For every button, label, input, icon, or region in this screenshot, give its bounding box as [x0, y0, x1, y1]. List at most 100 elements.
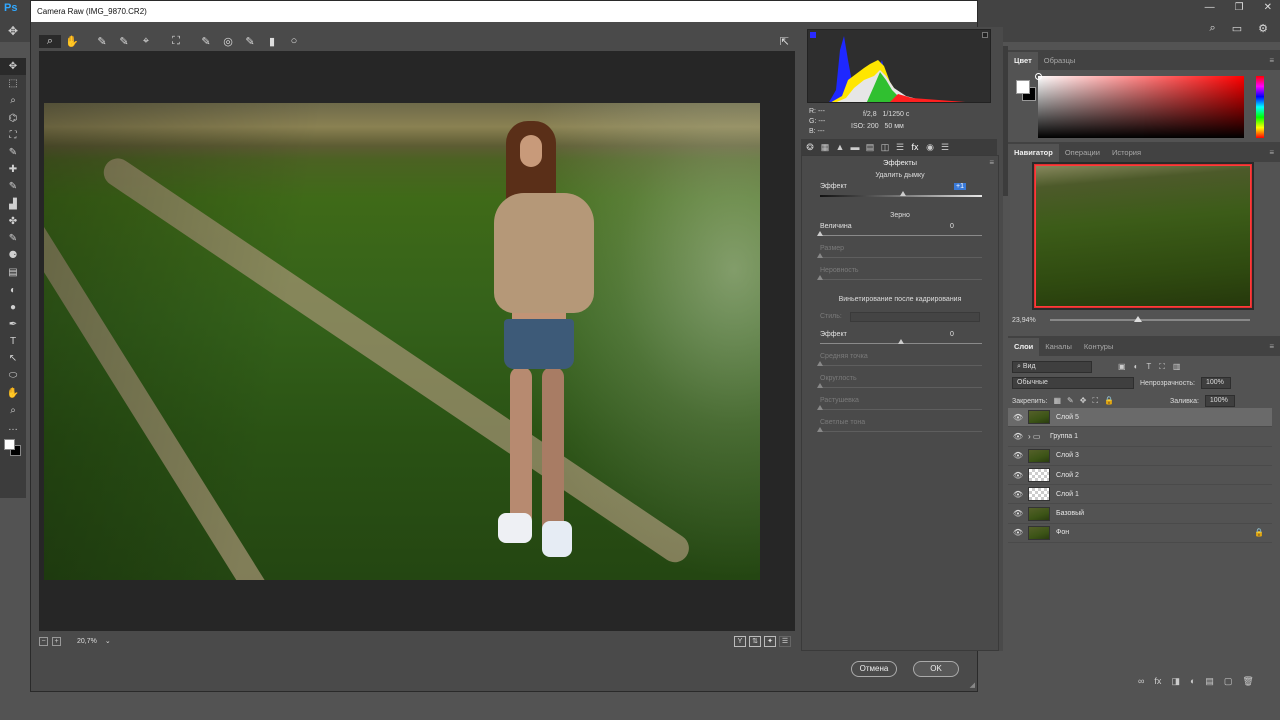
visibility-eye-icon[interactable]: 👁 [1008, 471, 1028, 480]
dehaze-effect-knob[interactable] [899, 191, 906, 196]
eyedropper-tool-icon[interactable]: ✎ [0, 144, 26, 161]
tab-camera-calibration-icon[interactable]: ◉ [923, 142, 937, 153]
shape-filter-icon[interactable]: ⛶ [1159, 362, 1165, 372]
navigator-thumbnail[interactable] [1034, 164, 1252, 308]
move-tool-options-icon[interactable]: ✥ [8, 24, 18, 38]
layer-row[interactable]: 👁 › ▭ Группа 1 [1008, 427, 1272, 447]
pen-tool-icon[interactable]: ✒ [0, 316, 26, 333]
layer-name[interactable]: Слой 3 [1056, 452, 1272, 459]
tab-presets-icon[interactable]: ☰ [938, 142, 952, 153]
pixel-filter-icon[interactable]: ▣ [1118, 362, 1126, 372]
layer-row[interactable]: 👁 Слой 3 [1008, 447, 1272, 466]
adjustment-brush-icon[interactable]: ✎ [239, 35, 261, 48]
layer-name[interactable]: Базовый [1056, 510, 1272, 517]
tab-paths[interactable]: Контуры [1078, 338, 1119, 356]
smart-object-filter-icon[interactable]: ▥ [1173, 362, 1181, 372]
new-adjustment-layer-icon[interactable]: ◐ [1190, 676, 1195, 687]
adjustment-filter-icon[interactable]: ◐ [1134, 362, 1139, 372]
tab-lens-corrections-icon[interactable]: ◫ [878, 142, 892, 153]
move-tool-icon[interactable]: ✥ [0, 58, 26, 76]
crop-tool-icon[interactable]: ⛶ [0, 127, 26, 144]
layer-row[interactable]: 👁 Базовый [1008, 504, 1272, 524]
tab-basic-icon[interactable]: ❂ [803, 142, 817, 153]
marquee-tool-icon[interactable]: ⬚ [0, 75, 26, 92]
open-preferences-icon[interactable]: ⇱ [780, 35, 795, 48]
tab-layers[interactable]: Слои [1008, 338, 1040, 356]
panel-menu-icon[interactable]: ≡ [1269, 144, 1280, 162]
tab-transform-icon[interactable]: ☰ [893, 142, 907, 153]
settings-icon[interactable]: ⚙ [1258, 22, 1268, 35]
highlight-clipping-indicator[interactable] [982, 32, 988, 38]
spot-removal-tool-icon[interactable]: ✎ [195, 35, 217, 48]
color-picker-marker[interactable] [1035, 73, 1042, 80]
delete-layer-icon[interactable]: 🗑 [1242, 676, 1253, 687]
blur-tool-icon[interactable]: ▤ [0, 264, 26, 281]
swap-before-after-icon[interactable]: ⇅ [749, 635, 761, 647]
navigator-zoom-slider[interactable] [1050, 316, 1250, 322]
visibility-eye-icon[interactable]: 👁 [1008, 451, 1028, 460]
layer-row[interactable]: 👁 Слой 1 [1008, 485, 1272, 505]
layer-name[interactable]: Группа 1 [1050, 433, 1272, 440]
graduated-filter-icon[interactable]: ▮ [261, 35, 283, 48]
copy-settings-icon[interactable]: ✦ [764, 635, 776, 647]
quick-selection-tool-icon[interactable]: ⌬ [0, 110, 26, 127]
camera-raw-preview[interactable] [39, 51, 795, 631]
brush-tool-icon[interactable]: ✎ [0, 178, 26, 195]
dodge-tool-icon[interactable]: ◐ [0, 281, 26, 298]
link-layers-icon[interactable]: ∞ [1138, 676, 1144, 687]
targeted-adjustment-tool-icon[interactable]: ⌖ [135, 35, 157, 48]
zoom-dropdown-icon[interactable]: ⌄ [105, 637, 111, 645]
visibility-eye-icon[interactable]: 👁 [1008, 490, 1028, 499]
toggle-defaults-icon[interactable]: ☰ [779, 635, 791, 647]
minimize-button[interactable]: — [1205, 2, 1215, 13]
navigator-view-box[interactable] [1035, 165, 1251, 307]
clone-stamp-tool-icon[interactable]: ▟ [0, 196, 26, 213]
before-after-toggle[interactable]: Y [734, 635, 746, 647]
new-group-icon[interactable]: ▤ [1205, 676, 1214, 687]
close-button[interactable]: ✕ [1264, 2, 1272, 13]
dehaze-effect-value[interactable]: +1 [954, 183, 966, 190]
tab-actions[interactable]: Операции [1059, 144, 1106, 162]
tab-hsl-icon[interactable]: ▬ [848, 142, 862, 152]
ellipse-tool-icon[interactable]: ⬭ [0, 367, 26, 384]
tab-detail-icon[interactable]: ▲ [833, 142, 847, 152]
tab-channels[interactable]: Каналы [1039, 338, 1078, 356]
foreground-swatch[interactable] [1016, 80, 1030, 94]
tab-swatches[interactable]: Образцы [1038, 52, 1082, 70]
vignette-effect-value[interactable]: 0 [950, 331, 954, 338]
type-filter-icon[interactable]: T [1146, 362, 1151, 372]
zoom-out-button[interactable]: − [39, 636, 48, 646]
red-eye-tool-icon[interactable]: ◎ [217, 35, 239, 48]
zoom-tool-icon[interactable]: ⌕ [39, 34, 61, 48]
shadow-clipping-indicator[interactable] [810, 32, 816, 38]
panel-menu-icon[interactable]: ≡ [1269, 338, 1280, 356]
restore-button[interactable]: ❐ [1235, 2, 1244, 13]
panel-menu-icon[interactable]: ≡ [1269, 52, 1280, 70]
zoom-level[interactable]: 20,7% [77, 638, 97, 645]
lock-position-icon[interactable]: ✥ [1080, 396, 1087, 406]
white-balance-tool-icon[interactable]: ✎ [91, 35, 113, 48]
tab-color[interactable]: Цвет [1008, 52, 1038, 70]
ok-button[interactable]: OK [913, 661, 959, 677]
fill-input[interactable]: 100% [1204, 395, 1235, 407]
cancel-button[interactable]: Отмена [851, 661, 897, 677]
layer-row[interactable]: 👁 Фон 🔒 [1008, 524, 1272, 544]
navigator-zoom-value[interactable]: 23,94% [1008, 317, 1044, 324]
lock-transparent-icon[interactable]: ▦ [1053, 396, 1061, 406]
layer-name[interactable]: Слой 1 [1056, 491, 1272, 498]
layer-name[interactable]: Фон [1056, 529, 1254, 536]
color-picker-field[interactable] [1035, 73, 1244, 138]
opacity-input[interactable]: 100% [1201, 377, 1231, 389]
folder-icon[interactable]: › ▭ [1028, 432, 1050, 441]
visibility-eye-icon[interactable]: 👁 [1008, 413, 1028, 422]
zoom-in-button[interactable]: + [52, 636, 61, 646]
zoom-tool-icon[interactable]: ⌕ [0, 402, 26, 419]
add-mask-icon[interactable]: ◨ [1171, 676, 1180, 687]
vignette-effect-knob[interactable] [898, 339, 904, 344]
history-brush-tool-icon[interactable]: ✤ [0, 213, 26, 230]
color-sampler-tool-icon[interactable]: ✎ [113, 35, 135, 48]
resize-grip-icon[interactable]: ◢ [970, 681, 975, 689]
crop-tool-icon[interactable]: ⛶ [165, 35, 187, 48]
lock-pixels-icon[interactable]: ✎ [1067, 396, 1074, 406]
path-selection-tool-icon[interactable]: ↖ [0, 350, 26, 367]
